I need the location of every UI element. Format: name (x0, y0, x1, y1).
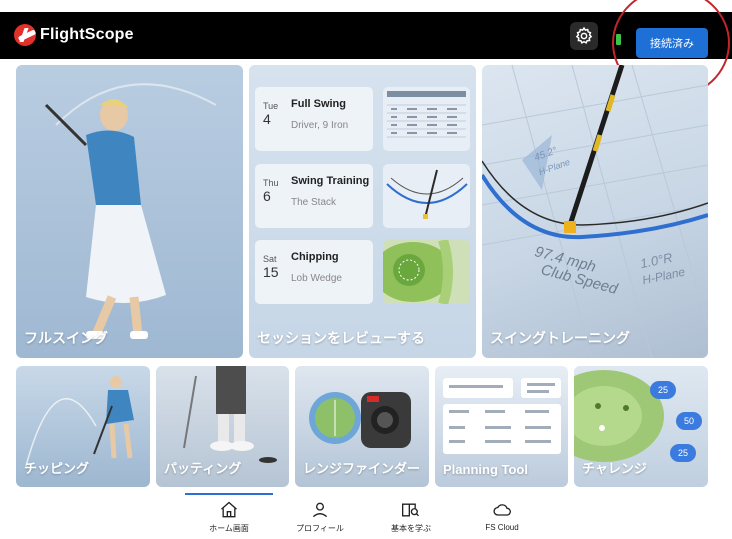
tile-label-swing-training: スイングトレーニング (490, 330, 630, 346)
challenge-badge: 50 (676, 412, 702, 430)
bottom-tab-bar (0, 493, 732, 539)
profile-icon (312, 502, 328, 518)
tab-label: FS Cloud (485, 523, 519, 532)
challenge-badge: 25 (650, 381, 676, 399)
session-card[interactable]: Sat 15 Chipping Lob Wedge (255, 240, 373, 304)
tab-learn-basics[interactable]: 基本を学ぶ (371, 500, 451, 534)
challenge-badge: 25 (670, 444, 696, 462)
session-card[interactable]: Thu 6 Swing Training The Stack (255, 164, 373, 228)
home-icon (221, 501, 237, 518)
session-card[interactable]: Tue 4 Full Swing Driver, 9 Iron (255, 87, 373, 151)
gear-icon (575, 26, 593, 44)
flightscope-logo-icon (14, 24, 36, 46)
connection-status-button[interactable]: 接続済み (636, 28, 708, 58)
top-bar: FlightScope 接続済み (0, 12, 732, 59)
session-thumbnail-table (383, 87, 470, 151)
tile-planning-tool[interactable]: Planning Tool (435, 366, 568, 487)
flightscope-logo: FlightScope (14, 24, 134, 46)
tab-label: プロフィール (296, 524, 344, 533)
tile-label-rangefinder: レンジファインダー (303, 461, 421, 476)
settings-button[interactable] (570, 22, 598, 50)
session-day: Tue (263, 101, 279, 111)
tab-home[interactable]: ホーム画面 (189, 500, 269, 534)
session-date: 4 (263, 111, 271, 127)
tab-label: 基本を学ぶ (391, 524, 431, 533)
tab-profile[interactable]: プロフィール (280, 500, 360, 534)
tab-fs-cloud[interactable]: FS Cloud (462, 500, 542, 532)
tile-putting[interactable]: パッティング (156, 366, 289, 487)
tile-full-swing[interactable]: フルスイング (16, 65, 243, 358)
tile-swing-training[interactable]: 45.2° H-Plane 97.4 mph Club Speed 1.0°R … (482, 65, 708, 358)
tile-challenge[interactable]: 25 50 25 チャレンジ (574, 366, 708, 487)
session-date: 15 (263, 264, 279, 280)
session-title: Chipping (291, 251, 339, 263)
session-day: Thu (263, 178, 279, 188)
tile-label-full-swing: フルスイング (24, 330, 108, 346)
battery-icon (616, 34, 621, 45)
session-subtitle: Driver, 9 Iron (291, 120, 349, 131)
learn-book-icon (402, 503, 419, 517)
session-title: Full Swing (291, 98, 346, 110)
session-title: Swing Training (291, 175, 370, 187)
golfer-illustration (44, 83, 217, 339)
session-thumbnail-swing-arc (383, 164, 470, 228)
tile-chipping[interactable]: チッピング (16, 366, 150, 487)
tile-label-chipping: チッピング (24, 461, 90, 476)
cloud-icon (493, 504, 511, 516)
session-date: 6 (263, 188, 271, 204)
session-thumbnail-green (383, 240, 470, 304)
session-subtitle: The Stack (291, 197, 337, 208)
tile-label-planning-tool: Planning Tool (443, 462, 528, 477)
session-subtitle: Lob Wedge (291, 273, 342, 284)
session-day: Sat (263, 254, 277, 264)
tile-label-challenge: チャレンジ (582, 461, 647, 476)
tile-label-review: セッションをレビューする (257, 330, 425, 346)
active-tab-indicator (185, 493, 273, 495)
swing-training-graphic (482, 65, 708, 358)
tile-rangefinder[interactable]: レンジファインダー (295, 366, 429, 487)
tab-label: ホーム画面 (209, 524, 249, 533)
tile-label-putting: パッティング (164, 461, 242, 476)
logo-text: FlightScope (40, 26, 134, 43)
